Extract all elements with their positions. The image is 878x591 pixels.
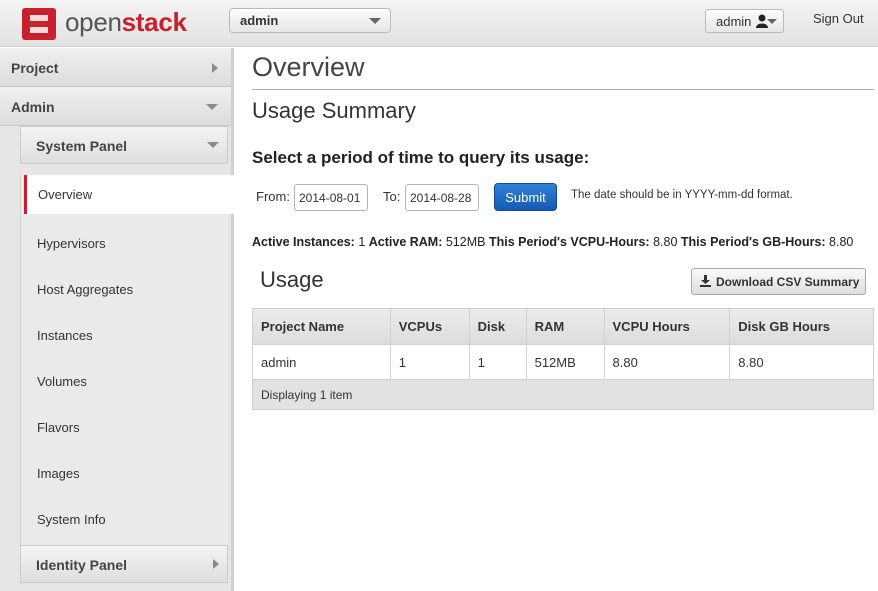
query-heading: Select a period of time to query its usa… [252,148,590,167]
column-header-disk[interactable]: Disk [468,308,527,345]
sidebar-admin-label: Admin [11,99,55,115]
system-panel-label: System Panel [36,138,128,154]
openstack-logo-icon [22,8,56,40]
sidebar-item-images[interactable]: Images [37,466,80,481]
gb-hours-label: This Period's GB-Hours: [680,235,826,249]
system-panel-nav: Hypervisors Host Aggregates Instances Vo… [20,175,228,546]
project-select[interactable]: admin [229,8,391,33]
vcpu-hours-value: 8.80 [653,235,678,249]
active-instances-label: Active Instances: [252,235,355,249]
cell-vcpus: 1 [389,344,470,380]
gb-hours-value: 8.80 [829,235,854,249]
cell-ram: 512MB [525,344,605,380]
sidebar: Project Admin System Panel Hypervisors H… [0,48,234,591]
usage-summary-title: Usage Summary [252,98,416,123]
cell-vcpu-hours: 8.80 [603,344,731,380]
chevron-down-icon [207,142,219,148]
from-date-input[interactable] [294,184,368,211]
brand-name[interactable]: openstack [65,7,187,38]
table-row: admin 1 1 512MB 8.80 8.80 [252,344,874,380]
sidebar-item-system-info[interactable]: System Info [37,512,106,527]
page-title: Overview [252,52,365,82]
chevron-right-icon [213,559,219,569]
sidebar-system-panel[interactable]: System Panel [20,126,228,164]
usage-title: Usage [260,267,324,292]
active-ram-label: Active RAM: [368,235,443,249]
project-select-value: admin [240,13,279,28]
vcpu-hours-label: This Period's VCPU-Hours: [488,235,650,249]
column-header-vcpu-hours[interactable]: VCPU Hours [603,308,731,345]
top-bar: openstack admin admin Sign Out [0,0,878,47]
sidebar-item-hypervisors[interactable]: Hypervisors [37,236,106,251]
column-header-vcpus[interactable]: VCPUs [389,308,470,345]
chevron-down-icon [369,18,381,24]
to-label: To: [383,189,401,204]
download-csv-button[interactable]: Download CSV Summary [691,268,866,295]
to-date-input[interactable] [405,184,479,211]
submit-button[interactable]: Submit [494,183,557,211]
sign-out-link[interactable]: Sign Out [813,11,864,26]
user-label: admin [716,14,752,29]
table-footer-row: Displaying 1 item [252,379,874,410]
usage-table: Project Name VCPUs Disk RAM VCPU Hours D… [252,308,874,410]
sidebar-project-dashboard[interactable]: Project [0,48,231,87]
sidebar-item-instances[interactable]: Instances [37,328,93,343]
brand-prefix: open [65,7,122,37]
usage-stats: Active Instances: 1 Active RAM: 512MB Th… [252,235,853,249]
table-header-row: Project Name VCPUs Disk RAM VCPU Hours D… [252,308,874,345]
column-header-disk-gb-hours[interactable]: Disk GB Hours [729,308,874,345]
column-header-project-name[interactable]: Project Name [252,308,391,345]
from-label: From: [256,189,290,204]
chevron-right-icon [212,63,218,73]
cell-disk: 1 [468,344,527,380]
date-format-hint: The date should be in YYYY-mm-dd format. [571,189,793,201]
table-footer-count: Displaying 1 item [252,379,874,410]
sidebar-identity-panel[interactable]: Identity Panel [20,545,228,583]
sidebar-item-flavors[interactable]: Flavors [37,420,80,435]
active-ram-value: 512MB [445,235,486,249]
sidebar-item-volumes[interactable]: Volumes [37,374,87,389]
active-instances-value: 1 [358,235,366,249]
sidebar-item-overview[interactable]: Overview [24,175,234,214]
sidebar-admin-dashboard[interactable]: Admin [0,87,231,126]
column-header-ram[interactable]: RAM [525,308,605,345]
brand-suffix: stack [121,7,187,37]
user-menu-button[interactable]: admin [705,9,784,33]
cell-disk-gb-hours: 8.80 [729,344,874,380]
chevron-down-icon [206,104,218,110]
download-icon [700,275,711,287]
title-divider [252,89,874,90]
download-csv-label: Download CSV Summary [716,275,860,289]
chevron-down-icon [767,19,777,24]
main-content: Overview Usage Summary Select a period o… [252,48,878,591]
identity-panel-label: Identity Panel [36,557,128,573]
sidebar-item-overview-label: Overview [38,187,93,202]
cell-project-name: admin [252,344,391,380]
sidebar-project-label: Project [11,60,59,76]
sidebar-item-host-aggregates[interactable]: Host Aggregates [37,282,133,297]
